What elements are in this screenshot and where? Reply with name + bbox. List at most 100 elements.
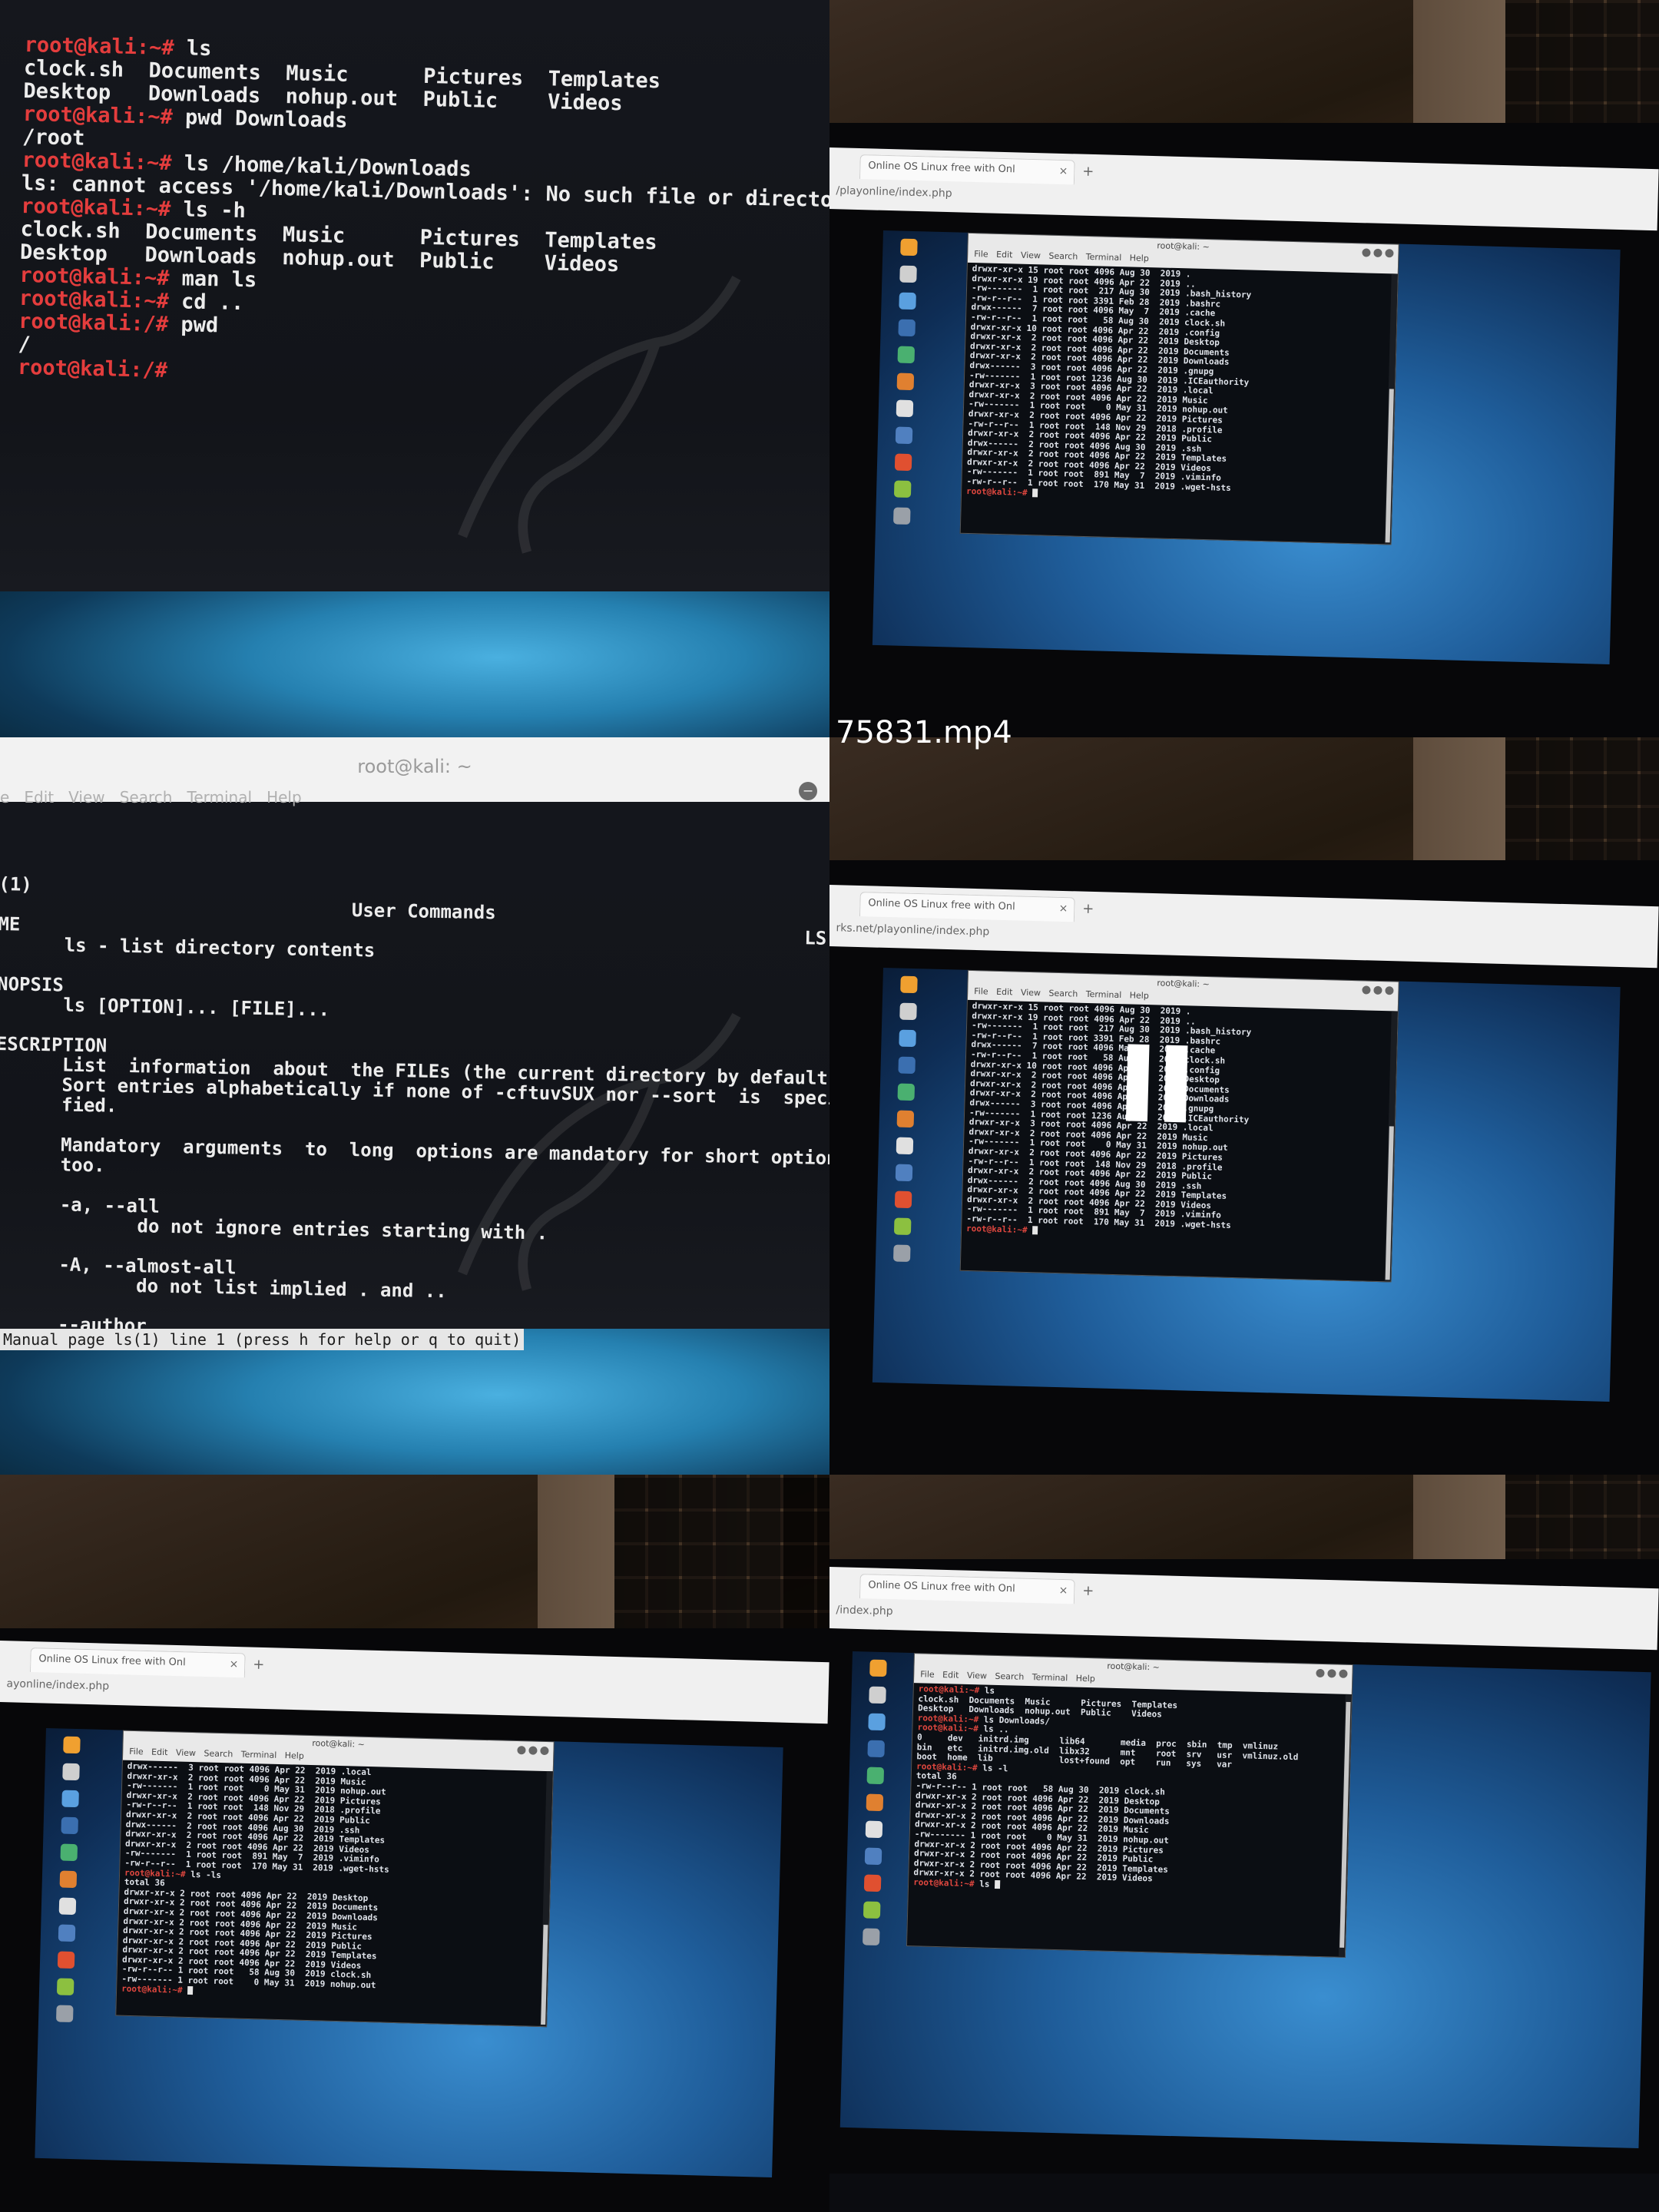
show-apps-icon[interactable]	[862, 1928, 880, 1946]
terminal-text: man ls	[169, 267, 257, 293]
tab-label: Online OS Linux free with Onl	[868, 160, 1015, 176]
browser-tab[interactable]: Online OS Linux free with Onl ×	[859, 154, 1075, 185]
terminal-app-icon[interactable]	[869, 1686, 886, 1704]
maximize-icon[interactable]	[1327, 1669, 1336, 1678]
terminal-output: root@kali:~# ls clock.sh Documents Music …	[909, 1684, 1352, 1899]
terminal-window[interactable]: root@kali:~# ls clock.sh Documents Music …	[0, 0, 830, 591]
beef-icon[interactable]	[863, 1874, 882, 1892]
beef-icon[interactable]	[894, 1190, 912, 1209]
tab-close-icon[interactable]: ×	[229, 1658, 238, 1671]
notes-icon[interactable]	[56, 1978, 75, 1996]
files-icon[interactable]	[868, 1713, 886, 1731]
maximize-icon[interactable]	[528, 1746, 538, 1755]
maltego-icon[interactable]	[866, 1767, 885, 1785]
kali-menu-icon[interactable]	[63, 1736, 81, 1754]
notes-icon[interactable]	[893, 480, 912, 498]
notes-icon[interactable]	[893, 1217, 912, 1236]
new-tab-button[interactable]: +	[1082, 1583, 1094, 1599]
ftp-icon[interactable]	[865, 1820, 883, 1839]
burp-icon[interactable]	[896, 373, 915, 391]
ftp-icon[interactable]	[896, 1137, 914, 1155]
show-apps-icon[interactable]	[892, 507, 911, 525]
terminal-text: ls -h	[171, 197, 247, 224]
close-icon[interactable]: –	[799, 782, 817, 800]
terminal-menubar[interactable]: e Edit View Search Terminal Help	[0, 788, 302, 806]
burp-icon[interactable]	[866, 1793, 884, 1812]
terminal-app-icon[interactable]	[899, 1002, 917, 1021]
url-bar[interactable]: /playonline/index.php	[836, 184, 952, 200]
mail-icon[interactable]	[898, 319, 916, 337]
beef-icon[interactable]	[894, 453, 912, 472]
tab-close-icon[interactable]: ×	[1058, 165, 1068, 177]
terminal-text: ls	[174, 36, 212, 61]
man-header-center: User Commands	[351, 899, 496, 924]
burp-icon[interactable]	[59, 1870, 78, 1889]
new-tab-button[interactable]: +	[1082, 164, 1094, 180]
mail-icon[interactable]	[867, 1740, 885, 1758]
show-apps-icon[interactable]	[55, 2005, 74, 2023]
terminal-menubar[interactable]: File Edit View Search Terminal Help	[974, 249, 1149, 263]
files-icon[interactable]	[899, 1029, 916, 1048]
scrollbar-thumb[interactable]	[541, 1925, 548, 2025]
terminal-text: cd ..	[168, 290, 244, 316]
terminal-window[interactable]: root@kali: ~ File Edit View Search Termi…	[906, 1653, 1353, 1958]
terminal-menubar[interactable]: File Edit View Search Terminal Help	[974, 986, 1149, 1001]
url-bar[interactable]: rks.net/playonline/index.php	[836, 922, 989, 938]
terminal-window[interactable]: root@kali: ~ File Edit View Search Termi…	[115, 1730, 555, 2028]
tab-close-icon[interactable]: ×	[1058, 902, 1068, 915]
armitage-icon[interactable]	[895, 426, 913, 445]
kali-menu-icon[interactable]	[900, 238, 918, 257]
show-apps-icon[interactable]	[892, 1244, 911, 1263]
url-bar[interactable]: /index.php	[836, 1604, 893, 1618]
maximize-icon[interactable]	[1373, 985, 1382, 995]
ftp-icon[interactable]	[58, 1897, 77, 1916]
close-icon[interactable]	[1339, 1669, 1348, 1678]
maltego-icon[interactable]	[897, 1083, 916, 1101]
terminal-window[interactable]: root@kali: ~ e Edit View Search Terminal…	[0, 737, 830, 1350]
mail-icon[interactable]	[898, 1056, 916, 1075]
url-bar[interactable]: ayonline/index.php	[6, 1677, 109, 1692]
tab-close-icon[interactable]: ×	[1058, 1584, 1068, 1597]
terminal-app-icon[interactable]	[62, 1763, 80, 1781]
close-icon[interactable]	[1385, 249, 1394, 258]
close-icon[interactable]	[1385, 986, 1394, 995]
kali-menu-icon[interactable]	[869, 1659, 887, 1677]
maximize-icon[interactable]	[1373, 248, 1382, 258]
notes-icon[interactable]	[863, 1901, 881, 1919]
maltego-icon[interactable]	[60, 1843, 78, 1862]
panel-monitor-view-3: Online OS Linux free with Onl × + ayonli…	[0, 1475, 830, 2212]
new-tab-button[interactable]: +	[1082, 901, 1094, 917]
minimize-icon[interactable]	[1362, 985, 1371, 995]
browser-tab[interactable]: Online OS Linux free with Onl ×	[859, 892, 1075, 922]
terminal-menubar[interactable]: File Edit View Search Terminal Help	[129, 1747, 304, 1761]
burp-icon[interactable]	[896, 1110, 915, 1128]
browser-tab[interactable]: Online OS Linux free with Onl ×	[859, 1574, 1075, 1604]
minimize-icon[interactable]	[517, 1746, 526, 1755]
beef-icon[interactable]	[57, 1951, 75, 1969]
terminal-text: pwd	[167, 313, 219, 338]
files-icon[interactable]	[899, 292, 916, 310]
terminal-menubar[interactable]: File Edit View Search Terminal Help	[920, 1669, 1095, 1684]
ftp-icon[interactable]	[896, 399, 914, 418]
terminal-text: /root	[22, 124, 85, 151]
armitage-icon[interactable]	[864, 1847, 882, 1866]
close-icon[interactable]	[540, 1746, 549, 1756]
browser-tab[interactable]: Online OS Linux free with Onl ×	[29, 1647, 246, 1678]
terminal-app-icon[interactable]	[899, 265, 917, 283]
new-tab-button[interactable]: +	[253, 1657, 265, 1673]
window-title: root@kali: ~	[357, 756, 472, 777]
minimize-icon[interactable]	[1316, 1668, 1325, 1678]
shell-prompt: root@kali:~#	[965, 1223, 1028, 1235]
terminal-window[interactable]: root@kali: ~ File Edit View Search Termi…	[959, 232, 1399, 545]
dock	[887, 975, 923, 1299]
terminal-window[interactable]: root@kali: ~ File Edit View Search Termi…	[959, 969, 1399, 1283]
armitage-icon[interactable]	[895, 1164, 913, 1182]
man-header: (1) User Commands LS	[0, 854, 829, 949]
text-cursor	[1032, 1226, 1038, 1235]
kali-menu-icon[interactable]	[900, 975, 918, 994]
armitage-icon[interactable]	[58, 1924, 76, 1942]
files-icon[interactable]	[61, 1790, 79, 1808]
mail-icon[interactable]	[61, 1816, 78, 1835]
minimize-icon[interactable]	[1362, 248, 1371, 257]
maltego-icon[interactable]	[897, 346, 916, 364]
